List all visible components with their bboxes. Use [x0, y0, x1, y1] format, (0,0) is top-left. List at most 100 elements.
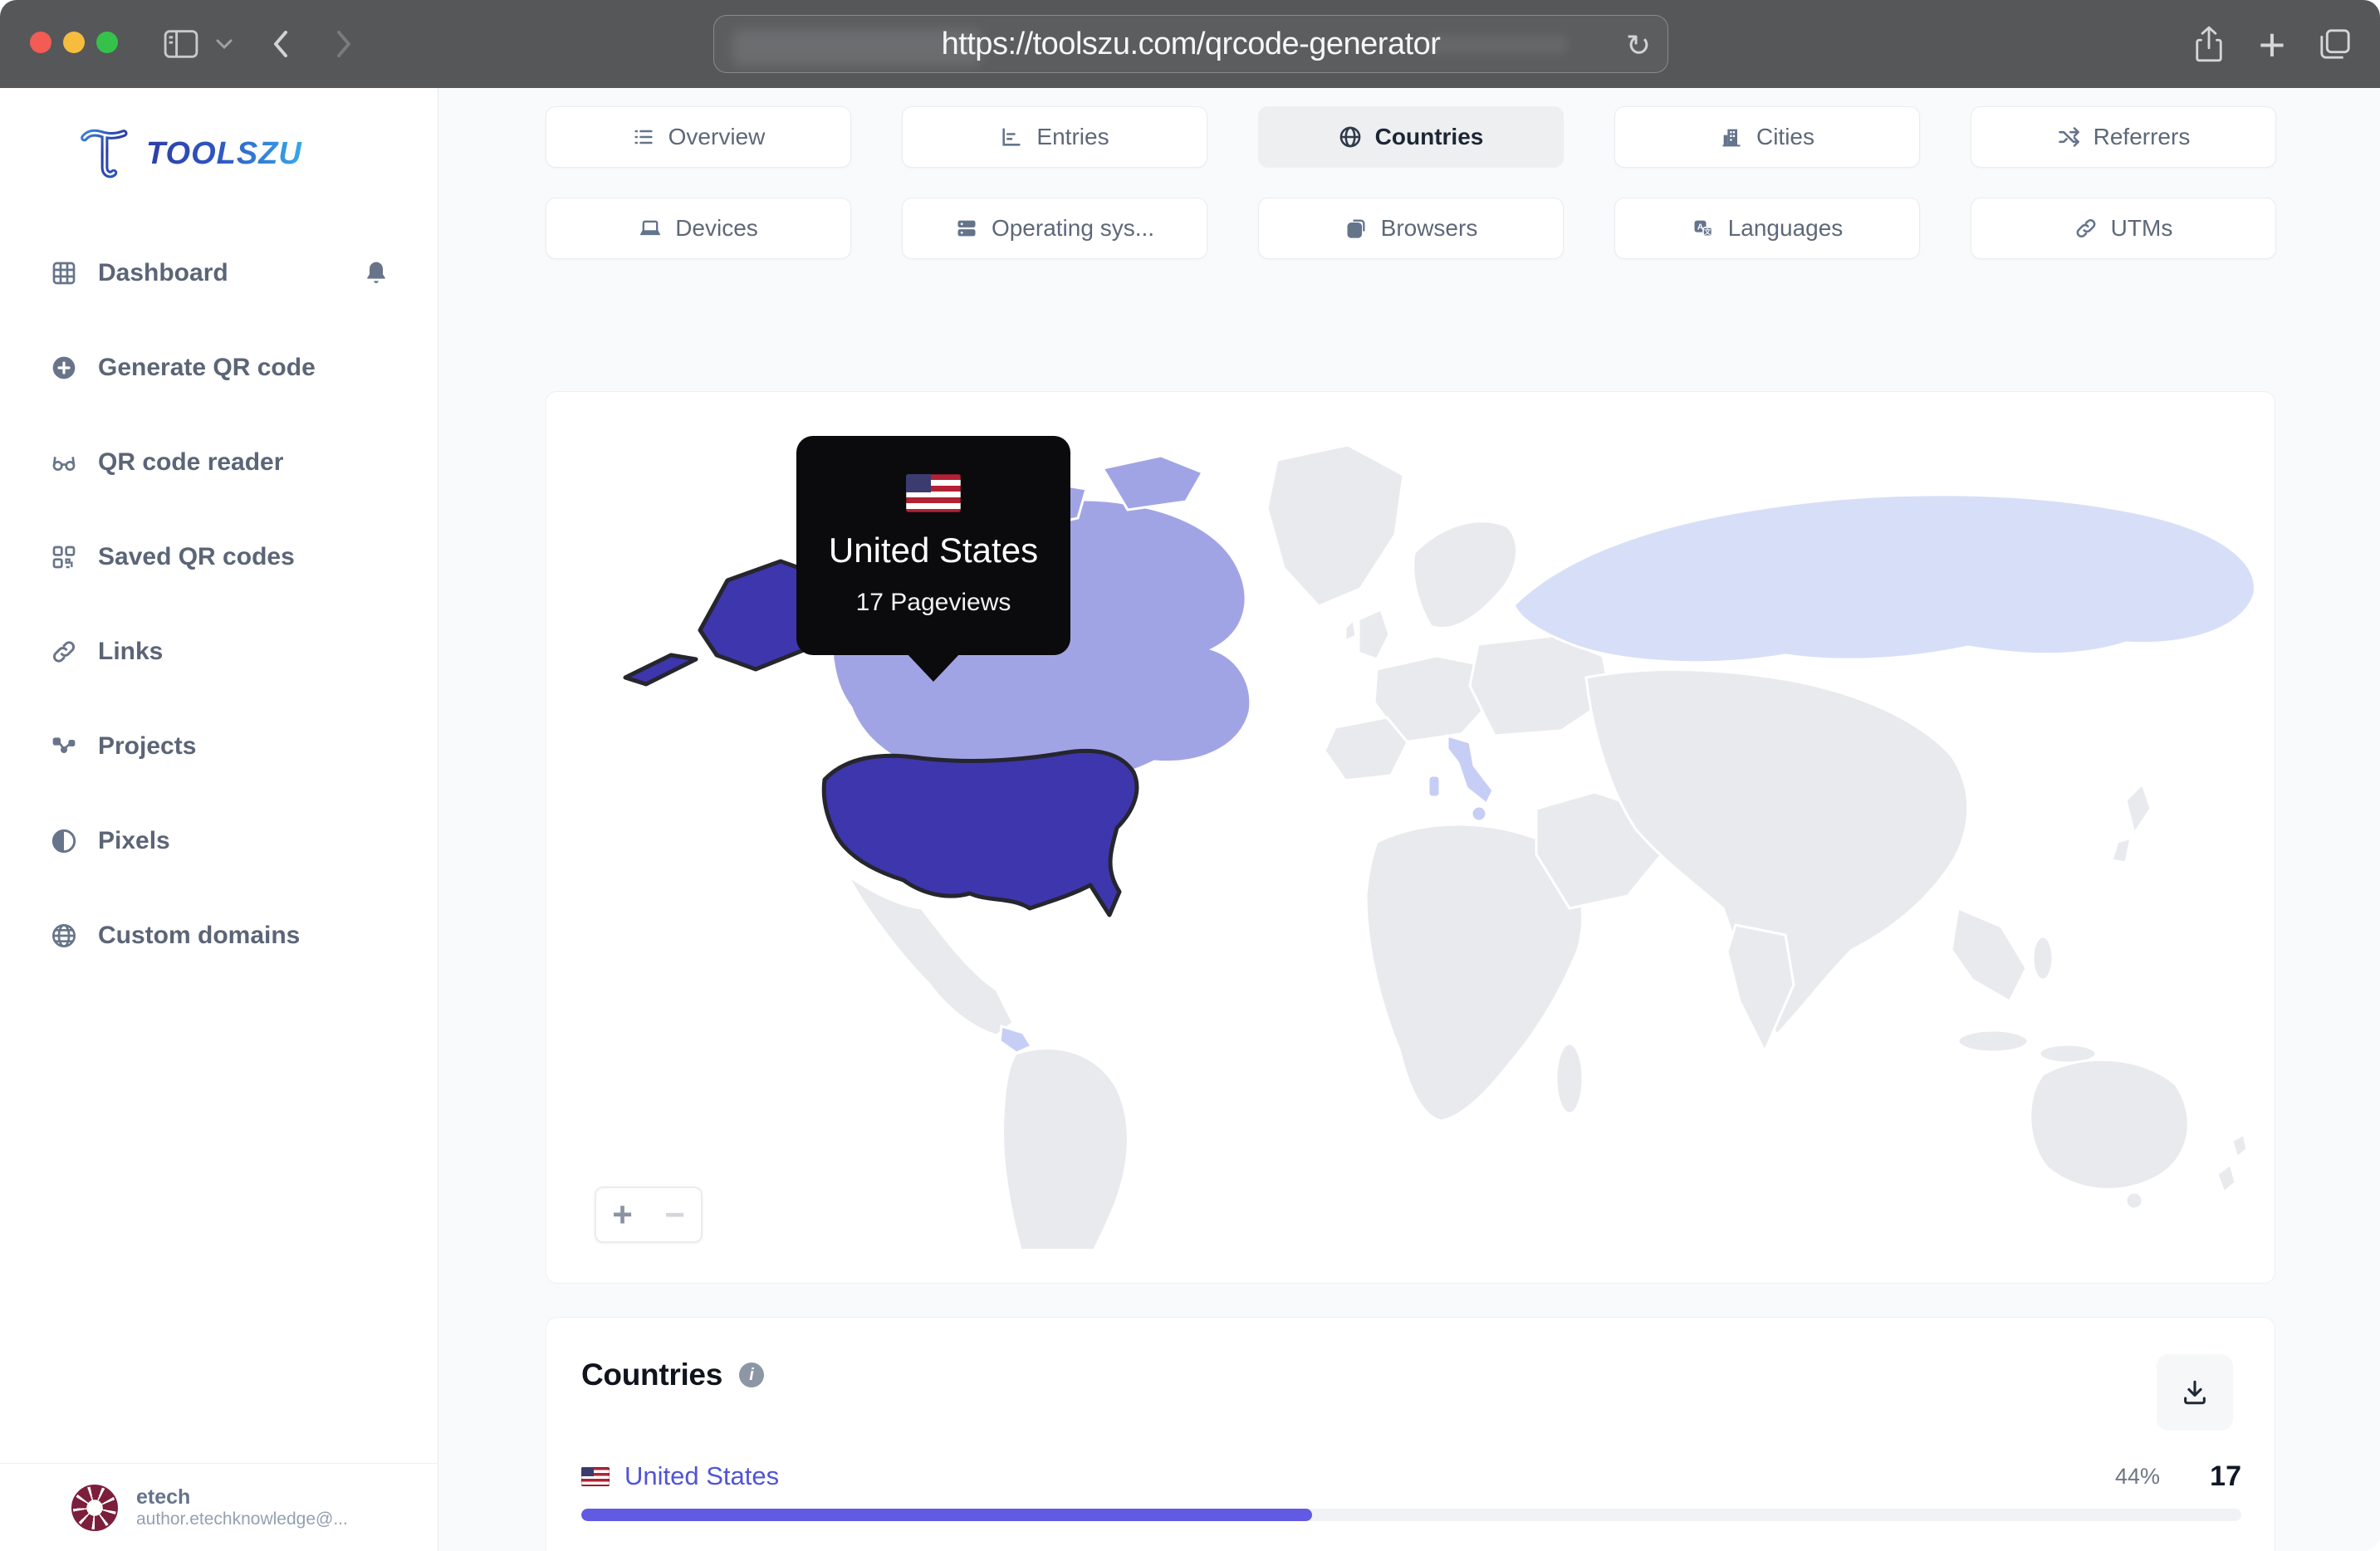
tab-cities[interactable]: Cities: [1614, 106, 1920, 168]
server-stack-icon: [955, 217, 978, 240]
map-region-sardinia[interactable]: [1427, 774, 1442, 799]
glasses-icon: [50, 448, 78, 477]
map-region-japan[interactable]: [2110, 781, 2152, 864]
avatar: [71, 1484, 118, 1531]
tab-label: Overview: [668, 124, 766, 149]
reload-icon[interactable]: ↻: [1623, 30, 1654, 61]
brand-wordmark: TOOLSZU: [146, 135, 302, 171]
tab-languages[interactable]: A文 Languages: [1614, 198, 1920, 259]
zoom-window-button[interactable]: [96, 32, 118, 53]
tab-entries[interactable]: Entries: [902, 106, 1207, 168]
tab-label: Operating sys...: [991, 215, 1155, 241]
address-bar[interactable]: https://toolszu.com/qrcode-generator ↻: [713, 15, 1668, 73]
globe-icon: [1339, 125, 1362, 149]
buildings-icon: [1720, 125, 1743, 149]
minimize-window-button[interactable]: [63, 32, 85, 53]
map-region-india[interactable]: [1726, 923, 1795, 1054]
share-nodes-icon: [50, 732, 78, 761]
forward-button[interactable]: [326, 0, 362, 88]
map-region-se-asia[interactable]: [1950, 906, 2028, 1004]
sidebar-item-qr-reader[interactable]: QR code reader: [0, 415, 438, 510]
traffic-lights: [30, 32, 118, 53]
info-icon[interactable]: i: [738, 1363, 764, 1387]
sidebar: TOOLSZU Dashboard Generate QR code QR co…: [0, 88, 438, 1551]
link-icon: [50, 638, 78, 666]
zoom-in-button[interactable]: +: [596, 1188, 649, 1241]
contrast-circle-icon: [50, 827, 78, 855]
sidebar-item-label: Generate QR code: [98, 354, 316, 381]
tab-countries[interactable]: Countries: [1258, 106, 1564, 168]
tab-browsers[interactable]: Browsers: [1258, 198, 1564, 259]
us-flag-icon: [906, 474, 961, 512]
tab-label: Languages: [1727, 215, 1844, 241]
url-redaction-blur: [732, 29, 982, 66]
country-row-united-states: United States 44% 17: [581, 1457, 2241, 1521]
user-name: etech: [136, 1485, 191, 1509]
analytics-tabs: Overview Entries Countries Cities Referr…: [546, 106, 2276, 259]
map-region-scandinavia[interactable]: [1412, 520, 1519, 630]
globe-icon: [50, 922, 78, 950]
map-region-russia[interactable]: [1512, 493, 2256, 664]
user-profile[interactable]: etech author.etechknowledge@...: [0, 1463, 438, 1551]
map-region-central-america[interactable]: [998, 1025, 1034, 1054]
sidebar-item-label: Saved QR codes: [98, 543, 295, 570]
sidebar-item-saved-qr[interactable]: Saved QR codes: [0, 510, 438, 604]
countries-header: Countries i: [581, 1358, 764, 1392]
tooltip-country: United States: [828, 531, 1039, 570]
map-region-sicily[interactable]: [1470, 805, 1488, 823]
url-redaction-blur-2: [1427, 36, 1568, 54]
sidebar-item-label: Links: [98, 638, 164, 665]
tab-utms[interactable]: UTMs: [1971, 198, 2276, 259]
tab-devices[interactable]: Devices: [546, 198, 851, 259]
map-region-philippines[interactable]: [2031, 935, 2054, 981]
sidebar-item-label: Custom domains: [98, 922, 301, 949]
progress-fill: [581, 1509, 1312, 1521]
map-region-uk[interactable]: [1344, 607, 1391, 661]
tab-label: UTMs: [2110, 215, 2173, 241]
tab-overview-icon[interactable]: [2314, 0, 2357, 88]
sidebar-item-pixels[interactable]: Pixels: [0, 794, 438, 888]
svg-text:文: 文: [1704, 228, 1712, 236]
map-region-south-america[interactable]: [1001, 1047, 1129, 1249]
world-map-card: United States 17 Pageviews + −: [546, 391, 2275, 1284]
share-icon[interactable]: [2189, 0, 2229, 88]
sidebar-item-generate-qr[interactable]: Generate QR code: [0, 320, 438, 415]
map-region-australia[interactable]: [2029, 1058, 2190, 1191]
sidebar-item-custom-domains[interactable]: Custom domains: [0, 888, 438, 983]
map-region-madagascar[interactable]: [1555, 1042, 1584, 1115]
grid-icon: [50, 259, 78, 287]
translate-icon: A文: [1692, 217, 1715, 240]
map-region-greenland[interactable]: [1266, 443, 1405, 608]
tooltip-pageviews: 17 Pageviews: [855, 589, 1011, 616]
sidebar-toggle-icon[interactable]: [159, 0, 203, 88]
map-region-italy[interactable]: [1446, 733, 1495, 806]
bell-icon[interactable]: [363, 260, 389, 286]
close-window-button[interactable]: [30, 32, 51, 53]
new-tab-icon[interactable]: +: [2252, 0, 2292, 88]
sidebar-item-links[interactable]: Links: [0, 604, 438, 699]
brand-logo[interactable]: TOOLSZU: [76, 125, 438, 183]
sidebar-item-projects[interactable]: Projects: [0, 699, 438, 794]
download-button[interactable]: [2157, 1354, 2233, 1431]
browser-windows-icon: [1344, 217, 1368, 240]
zoom-out-button[interactable]: −: [649, 1188, 701, 1241]
tab-label: Cities: [1756, 124, 1814, 149]
chevron-down-icon[interactable]: [209, 0, 239, 88]
country-link[interactable]: United States: [624, 1461, 779, 1491]
progress-track: [581, 1509, 2241, 1521]
country-percent: 44%: [2114, 1463, 2160, 1489]
map-region-indonesia-1[interactable]: [1956, 1029, 2030, 1054]
tab-overview[interactable]: Overview: [546, 106, 851, 168]
sidebar-nav: Dashboard Generate QR code QR code reade…: [0, 226, 438, 983]
back-button[interactable]: [262, 0, 299, 88]
sidebar-item-label: QR code reader: [98, 448, 284, 476]
sidebar-item-dashboard[interactable]: Dashboard: [0, 226, 438, 320]
tab-operating-systems[interactable]: Operating sys...: [902, 198, 1207, 259]
sidebar-item-label: Projects: [98, 732, 197, 760]
link-icon: [2074, 217, 2098, 240]
tab-referrers[interactable]: Referrers: [1971, 106, 2276, 168]
map-region-new-zealand[interactable]: [2216, 1132, 2249, 1195]
map-region-iberia[interactable]: [1323, 716, 1409, 782]
map-region-tasmania[interactable]: [2124, 1191, 2144, 1211]
tab-label: Entries: [1036, 124, 1109, 149]
